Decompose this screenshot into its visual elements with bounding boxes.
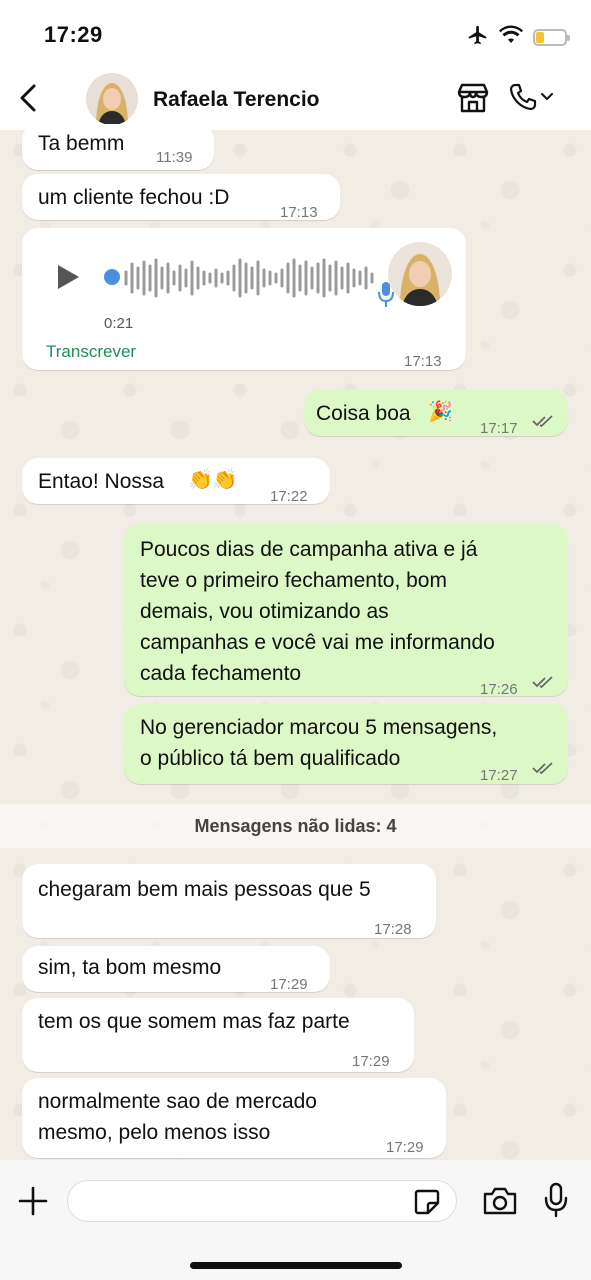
voice-progress-handle[interactable] xyxy=(104,269,120,285)
read-receipt-icon xyxy=(532,762,553,774)
airplane-icon xyxy=(467,24,489,51)
message-input[interactable] xyxy=(67,1180,457,1222)
message-bubble-incoming[interactable]: Ta bemm 11:39 xyxy=(22,124,214,170)
contact-avatar[interactable] xyxy=(86,73,138,125)
message-line: cada fechamento xyxy=(140,662,302,685)
message-input-bar xyxy=(0,1160,591,1280)
contact-name[interactable]: Rafaela Terencio xyxy=(153,88,320,112)
sticker-icon[interactable] xyxy=(413,1188,441,1221)
message-time: 17:22 xyxy=(270,488,308,505)
voice-message-bubble[interactable]: 0:21 Transcrever 17:13 xyxy=(22,228,466,370)
battery-icon xyxy=(533,29,570,46)
message-text: tem os que somem mas faz parte xyxy=(38,1010,350,1033)
message-time: 17:13 xyxy=(404,353,442,370)
message-text: normalmente sao de mercado mesmo, pelo m… xyxy=(38,1086,317,1148)
clapping-emoji: 👏👏 xyxy=(188,469,238,491)
message-bubble-incoming[interactable]: um cliente fechou :D 17:13 xyxy=(22,174,340,221)
message-text: Entao! Nossa xyxy=(38,470,165,493)
message-bubble-outgoing[interactable]: Coisa boa 🎉 17:17 xyxy=(304,390,568,437)
message-text: chegaram bem mais pessoas que 5 xyxy=(38,878,371,901)
play-icon[interactable] xyxy=(56,264,80,299)
message-line: mesmo, pelo menos isso xyxy=(38,1121,271,1144)
message-bubble-incoming[interactable]: normalmente sao de mercado mesmo, pelo m… xyxy=(22,1078,446,1158)
chat-header: Rafaela Terencio xyxy=(0,70,591,130)
microphone-icon[interactable] xyxy=(543,1182,569,1223)
store-icon[interactable] xyxy=(456,82,490,119)
message-text: Ta bemm xyxy=(38,132,125,155)
voice-duration: 0:21 xyxy=(104,315,134,332)
camera-icon[interactable] xyxy=(482,1186,518,1221)
message-text: No gerenciador marcou 5 mensagens, o púb… xyxy=(140,712,497,774)
message-line: normalmente sao de mercado xyxy=(38,1090,317,1113)
message-bubble-incoming[interactable]: tem os que somem mas faz parte 17:29 xyxy=(22,998,414,1072)
message-text: um cliente fechou :D xyxy=(38,186,230,209)
message-line: o público tá bem qualificado xyxy=(140,747,401,770)
message-time: 17:29 xyxy=(386,1139,424,1156)
chevron-left-icon[interactable] xyxy=(16,82,40,119)
message-line: demais, vou otimizando as xyxy=(140,600,389,623)
message-bubble-incoming[interactable]: sim, ta bom mesmo 17:29 xyxy=(22,946,330,993)
message-time: 17:29 xyxy=(270,976,308,993)
voice-sender-avatar xyxy=(388,242,452,306)
party-emoji: 🎉 xyxy=(428,401,453,423)
message-time: 17:27 xyxy=(480,767,518,784)
message-bubble-incoming[interactable]: chegaram bem mais pessoas que 5 17:28 xyxy=(22,864,436,938)
wifi-icon xyxy=(499,25,523,50)
microphone-badge-icon xyxy=(378,280,394,317)
status-time: 17:29 xyxy=(44,22,103,47)
message-text: Poucos dias de campanha ativa e já teve … xyxy=(140,534,495,689)
message-line: campanhas e você vai me informando xyxy=(140,631,495,654)
message-time: 11:39 xyxy=(156,149,193,166)
unread-messages-divider: Mensagens não lidas: 4 xyxy=(0,804,591,848)
message-time: 17:26 xyxy=(480,681,518,698)
read-receipt-icon xyxy=(532,415,553,427)
message-bubble-incoming[interactable]: Entao! Nossa 👏👏 17:22 xyxy=(22,458,330,505)
status-icons xyxy=(467,24,570,51)
message-time: 17:17 xyxy=(480,420,518,437)
home-indicator xyxy=(190,1262,402,1269)
plus-icon[interactable] xyxy=(16,1184,50,1223)
message-line: Poucos dias de campanha ativa e já xyxy=(140,538,478,561)
voice-waveform xyxy=(124,258,374,298)
status-bar: 17:29 xyxy=(0,0,591,70)
message-time: 17:28 xyxy=(374,921,412,938)
read-receipt-icon xyxy=(532,676,553,688)
transcribe-link[interactable]: Transcrever xyxy=(46,336,136,367)
phone-icon[interactable] xyxy=(508,82,554,112)
message-time: 17:29 xyxy=(352,1053,390,1070)
message-time: 17:13 xyxy=(280,204,318,221)
message-text: Coisa boa xyxy=(316,402,411,425)
message-bubble-outgoing[interactable]: Poucos dias de campanha ativa e já teve … xyxy=(124,524,568,698)
message-line: teve o primeiro fechamento, bom xyxy=(140,569,447,592)
message-bubble-outgoing[interactable]: No gerenciador marcou 5 mensagens, o púb… xyxy=(124,704,568,784)
message-line: No gerenciador marcou 5 mensagens, xyxy=(140,716,498,739)
message-text: sim, ta bom mesmo xyxy=(38,956,222,979)
